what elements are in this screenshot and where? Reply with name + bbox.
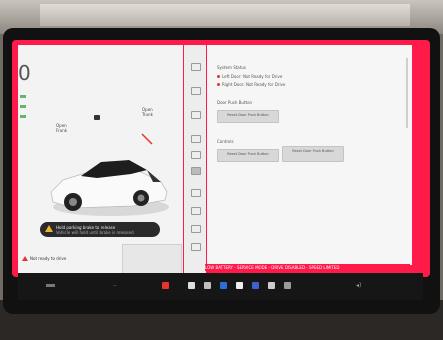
frunk-callout[interactable]: Open Frunk	[56, 123, 67, 133]
subsection-title: Controls	[217, 139, 234, 144]
section-title: System Status	[217, 65, 246, 70]
speed-readout: 0	[18, 61, 31, 85]
settings-nav	[184, 45, 206, 273]
mini-map[interactable]	[122, 244, 182, 274]
controls-button[interactable]: Reset Door Push Button	[217, 149, 279, 162]
scrollbar[interactable]	[406, 58, 408, 128]
lock-icon[interactable]	[94, 115, 100, 120]
indicator-icon	[20, 105, 26, 108]
alert-subtitle: Vehicle will hold until brake is release…	[56, 230, 134, 235]
bluetooth-app-icon[interactable]	[220, 282, 227, 289]
service-settings-pane: System Status Left Door: Not Ready for D…	[207, 45, 412, 265]
car-icon[interactable]	[46, 284, 55, 287]
safety-icon[interactable]	[191, 243, 201, 251]
volume-icon[interactable]: ◂)	[356, 282, 361, 289]
apps-icon[interactable]	[284, 282, 291, 289]
media-app-icon[interactable]	[268, 282, 275, 289]
trunk-callout[interactable]: Open Trunk	[142, 107, 153, 117]
phone-app-icon[interactable]	[252, 282, 259, 289]
taskbar: -- ◂)	[18, 273, 423, 300]
pedals-icon[interactable]	[191, 87, 201, 95]
controls-button-2[interactable]: Reset Door Push Button	[282, 146, 344, 162]
error-dot-icon	[217, 75, 220, 78]
steering-icon[interactable]	[191, 111, 201, 119]
service-wrench-icon[interactable]	[162, 282, 169, 289]
indicator-icon	[20, 115, 26, 118]
warning-icon	[45, 225, 53, 232]
vehicle-panel: 0 Open Frunk Open Trunk	[18, 45, 183, 273]
status-line: Left Door: Not Ready for Drive	[222, 74, 283, 79]
service-status-bar: LOW BATTERY - SERVICE MODE - DRIVE DISAB…	[205, 264, 410, 271]
parking-brake-alert[interactable]: Hold parking brake to release Vehicle wi…	[40, 222, 160, 237]
display-icon[interactable]	[191, 225, 201, 233]
trunk-arrow-icon	[141, 133, 153, 145]
vehicle-image	[50, 160, 169, 216]
status-line: Right Door: Not Ready for Drive	[222, 82, 286, 87]
calendar-app-icon[interactable]	[204, 282, 211, 289]
subsection-title: Door Push Button	[217, 100, 253, 105]
driver-temp[interactable]: --	[113, 283, 117, 289]
service-icon[interactable]	[191, 167, 201, 175]
reset-door-button[interactable]: Reset Door Push Button	[217, 110, 279, 123]
locks-icon[interactable]	[191, 207, 201, 215]
energy-app-icon[interactable]	[188, 282, 195, 289]
error-dot-icon	[217, 83, 220, 86]
controls-icon[interactable]	[191, 63, 201, 71]
window-band	[40, 4, 410, 26]
charging-icon[interactable]	[191, 135, 201, 143]
autopilot-icon[interactable]	[191, 151, 201, 159]
lights-icon[interactable]	[191, 189, 201, 197]
indicator-icon	[20, 95, 26, 98]
drive-warning-text: Not ready to drive	[30, 256, 67, 261]
warning-icon	[22, 256, 28, 261]
camera-app-icon[interactable]	[236, 282, 243, 289]
drive-warning: Not ready to drive	[18, 252, 118, 266]
